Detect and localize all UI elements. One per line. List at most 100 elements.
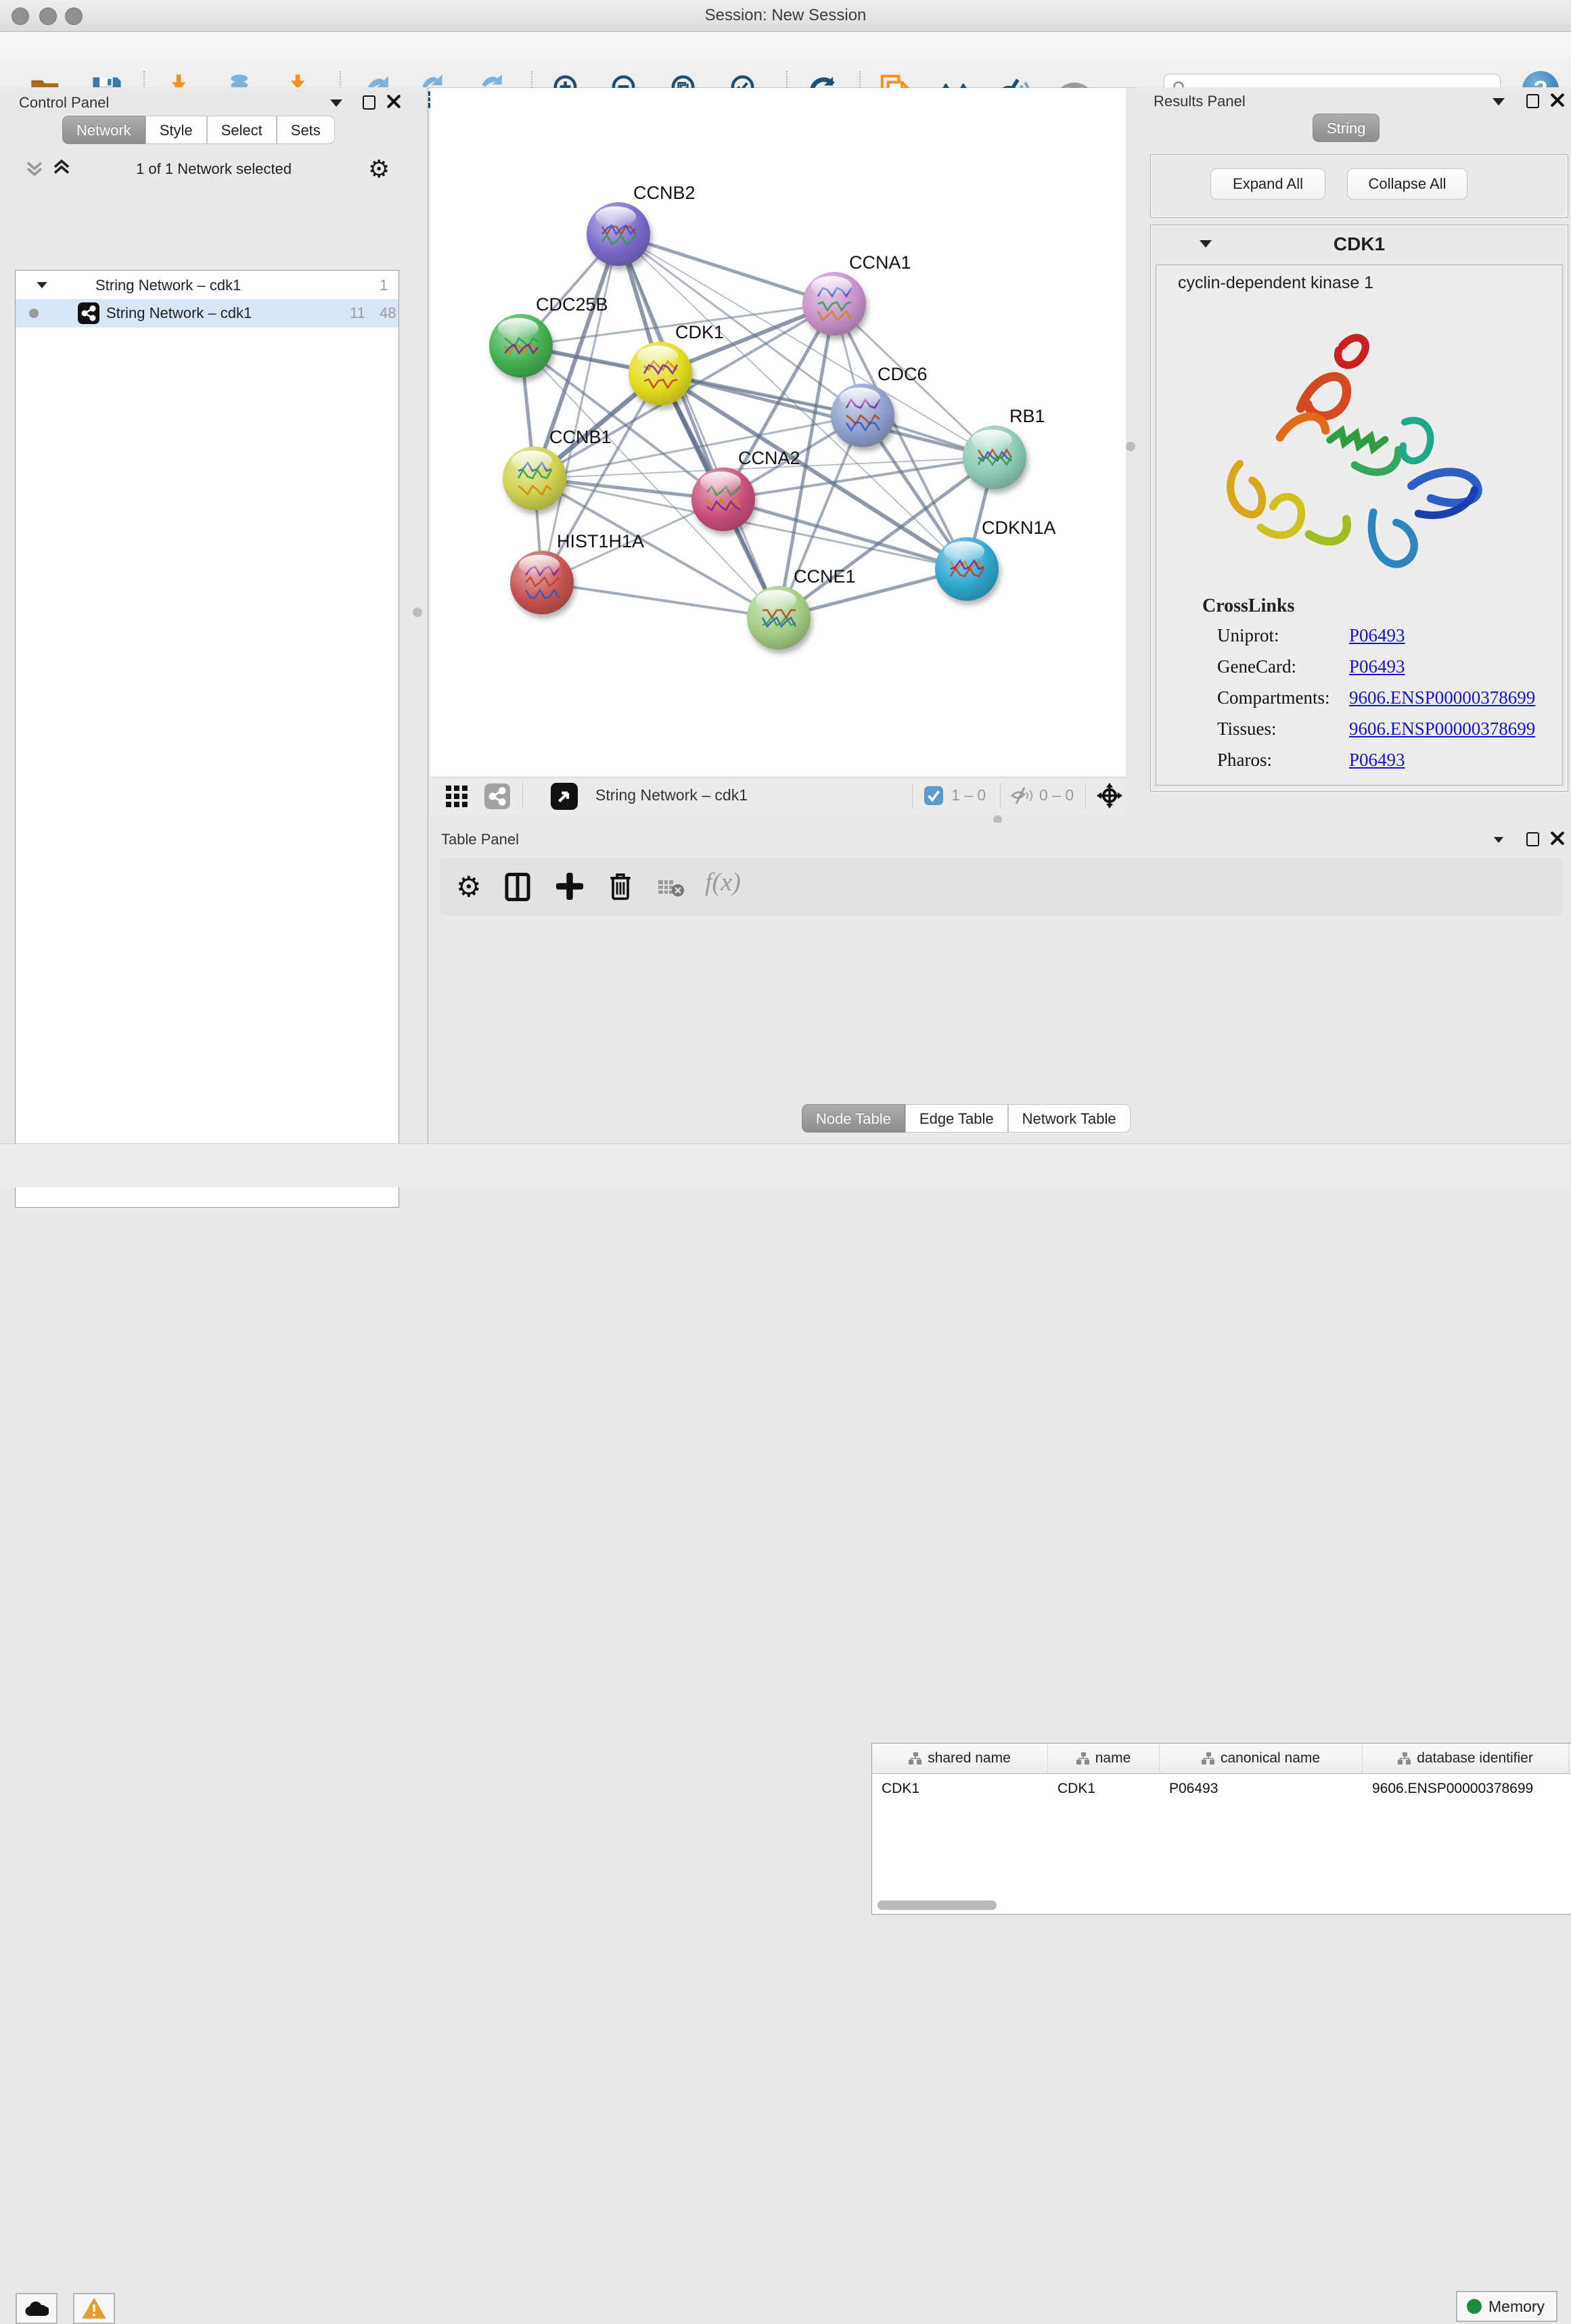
- column-type-icon: [1202, 1752, 1215, 1764]
- expand-all-button[interactable]: Expand All: [1210, 168, 1325, 200]
- column-header-shared-name[interactable]: shared name: [872, 1744, 1048, 1773]
- tab-style[interactable]: Style: [145, 116, 207, 144]
- node-label-CCNE1: CCNE1: [794, 566, 856, 587]
- cloud-icon: [24, 2300, 49, 2317]
- grid-view-icon[interactable]: [445, 785, 468, 808]
- edge-CCNB2-CCNE1[interactable]: [618, 234, 779, 618]
- column-header-database-identifier[interactable]: database identifier: [1363, 1744, 1569, 1773]
- node-CCNA1[interactable]: CCNA1: [802, 252, 911, 336]
- table-cell[interactable]: CDK1: [1048, 1774, 1160, 1805]
- column-header-canonical-name[interactable]: canonical name: [1160, 1744, 1363, 1773]
- collapse-all-button[interactable]: Collapse All: [1347, 168, 1467, 200]
- network-tree-row-selected[interactable]: String Network – cdk1 11 48: [16, 299, 399, 327]
- protein-structure-image: [1197, 304, 1495, 602]
- right-splitter-handle[interactable]: [1126, 442, 1135, 451]
- tab-network[interactable]: Network: [62, 116, 145, 144]
- hidden-eye-slash-icon: [1011, 785, 1034, 806]
- network-row-label: String Network – cdk1: [106, 304, 252, 322]
- table-header-row: shared namenamecanonical namedatabase id…: [872, 1744, 1571, 1774]
- crosslink-value-link[interactable]: P06493: [1349, 625, 1405, 646]
- results-panel-close-icon[interactable]: [1551, 93, 1564, 107]
- control-panel-close-icon[interactable]: [387, 95, 401, 108]
- column-type-icon: [1076, 1752, 1090, 1764]
- node-CDKN1A[interactable]: CDKN1A: [935, 518, 1056, 601]
- tab-network-table[interactable]: Network Table: [1008, 1104, 1131, 1133]
- table-cell[interactable]: P06493: [1160, 1774, 1363, 1805]
- netbar-separator: [522, 783, 523, 808]
- crosslink-value-link[interactable]: 9606.ENSP00000378699: [1349, 687, 1535, 708]
- table-settings-gear-icon[interactable]: ⚙: [456, 870, 482, 903]
- selected-checkbox-icon[interactable]: [924, 786, 943, 805]
- delete-table-icon[interactable]: [658, 878, 685, 897]
- control-panel-title: Control Panel: [19, 94, 109, 112]
- node-label-CDK1: CDK1: [675, 322, 724, 342]
- gene-section-header[interactable]: CDK1: [1151, 225, 1568, 263]
- column-type-icon: [909, 1752, 922, 1764]
- function-builder-icon[interactable]: f(x): [705, 867, 741, 897]
- control-panel-float-icon[interactable]: [363, 95, 375, 110]
- memory-label: Memory: [1488, 2298, 1545, 2316]
- crosslink-row: Tissues:9606.ENSP00000378699: [1217, 719, 1555, 750]
- horizontal-scrollbar-thumb[interactable]: [878, 1900, 997, 1910]
- network-view-toolbar: String Network – cdk1 1 – 0 0 – 0: [430, 777, 1126, 814]
- results-panel-menu-icon[interactable]: [1493, 98, 1505, 106]
- control-panel-menu-icon[interactable]: [330, 99, 342, 107]
- table-cell[interactable]: CDK1: [872, 1774, 1048, 1805]
- crosslink-value-link[interactable]: P06493: [1349, 750, 1405, 771]
- window-title: Session: New Session: [0, 0, 1571, 31]
- fit-content-crosshair-icon[interactable]: [1096, 782, 1123, 809]
- left-splitter-handle[interactable]: [413, 608, 422, 617]
- delete-column-icon[interactable]: [608, 871, 633, 901]
- crosslink-label: Uniprot:: [1217, 625, 1349, 646]
- node-table[interactable]: shared namenamecanonical namedatabase id…: [871, 1743, 1571, 1915]
- node-label-CCNB2: CCNB2: [633, 183, 696, 203]
- results-panel-float-icon[interactable]: [1526, 94, 1539, 108]
- selected-count-label: 1 – 0: [951, 786, 986, 804]
- show-columns-icon[interactable]: [505, 873, 530, 901]
- birdseye-view-icon[interactable]: [551, 783, 578, 810]
- node-CDC6[interactable]: CDC6: [831, 364, 928, 447]
- tab-node-table[interactable]: Node Table: [802, 1104, 905, 1133]
- network-graph[interactable]: CCNB2CCNA1CDC25BCDK1CDC6RB1CCNB1CCNA2CDK…: [430, 88, 1126, 777]
- results-tab-string[interactable]: String: [1313, 114, 1380, 142]
- edge-HIST1H1A-CCNE1[interactable]: [542, 583, 779, 618]
- netbar-separator: [1000, 783, 1001, 808]
- node-label-RB1: RB1: [1009, 406, 1045, 426]
- tree-collapse-icon[interactable]: [37, 282, 47, 288]
- network-canvas[interactable]: CCNB2CCNA1CDC25BCDK1CDC6RB1CCNB1CCNA2CDK…: [430, 88, 1126, 777]
- crosslink-value-link[interactable]: 9606.ENSP00000378699: [1349, 719, 1535, 739]
- network-tree: String Network – cdk1 1 String Network –…: [15, 270, 399, 1208]
- table-panel-menu-icon[interactable]: [1494, 837, 1503, 843]
- crosslink-label: Pharos:: [1217, 750, 1349, 771]
- table-cell[interactable]: 9606.ENSP00000378699: [1363, 1774, 1569, 1805]
- network-share-view-icon[interactable]: [484, 783, 510, 809]
- column-header-name[interactable]: name: [1048, 1744, 1160, 1773]
- crosslink-row: Pharos:P06493: [1217, 750, 1555, 781]
- table-panel-float-icon[interactable]: [1526, 832, 1539, 846]
- add-column-icon[interactable]: [556, 873, 583, 900]
- tab-edge-table[interactable]: Edge Table: [905, 1104, 1008, 1133]
- cloud-button[interactable]: [16, 2293, 58, 2324]
- tab-sets[interactable]: Sets: [277, 116, 335, 144]
- node-CDK1[interactable]: CDK1: [629, 322, 724, 405]
- node-RB1[interactable]: RB1: [963, 406, 1045, 489]
- network-options-gear-icon[interactable]: ⚙: [368, 155, 390, 183]
- network-current-dot: [29, 309, 39, 318]
- results-buttons-box: Expand All Collapse All: [1150, 154, 1568, 218]
- warning-button[interactable]: [73, 2293, 115, 2324]
- table-panel: Table Panel ⚙ f(x) shared namenamecanoni…: [430, 823, 1571, 1143]
- hidden-count-label: 0 – 0: [1039, 786, 1074, 804]
- edge-CCNB2-CCNA1[interactable]: [618, 234, 834, 304]
- table-panel-close-icon[interactable]: [1551, 831, 1564, 845]
- network-tree-collection-row[interactable]: String Network – cdk1 1: [16, 273, 399, 298]
- table-row[interactable]: CDK1CDK1P064939606.ENSP00000378699cyclin…: [872, 1774, 1571, 1805]
- crosslink-value-link[interactable]: P06493: [1349, 656, 1405, 677]
- network-collection-label: String Network – cdk1: [95, 277, 241, 294]
- node-label-CCNB1: CCNB1: [549, 427, 612, 447]
- node-CCNB1[interactable]: CCNB1: [503, 427, 612, 510]
- network-view-title: String Network – cdk1: [595, 786, 748, 804]
- node-HIST1H1A[interactable]: HIST1H1A: [510, 531, 644, 614]
- column-type-icon: [1398, 1752, 1411, 1764]
- memory-button[interactable]: Memory: [1456, 2291, 1557, 2322]
- tab-select[interactable]: Select: [207, 116, 277, 144]
